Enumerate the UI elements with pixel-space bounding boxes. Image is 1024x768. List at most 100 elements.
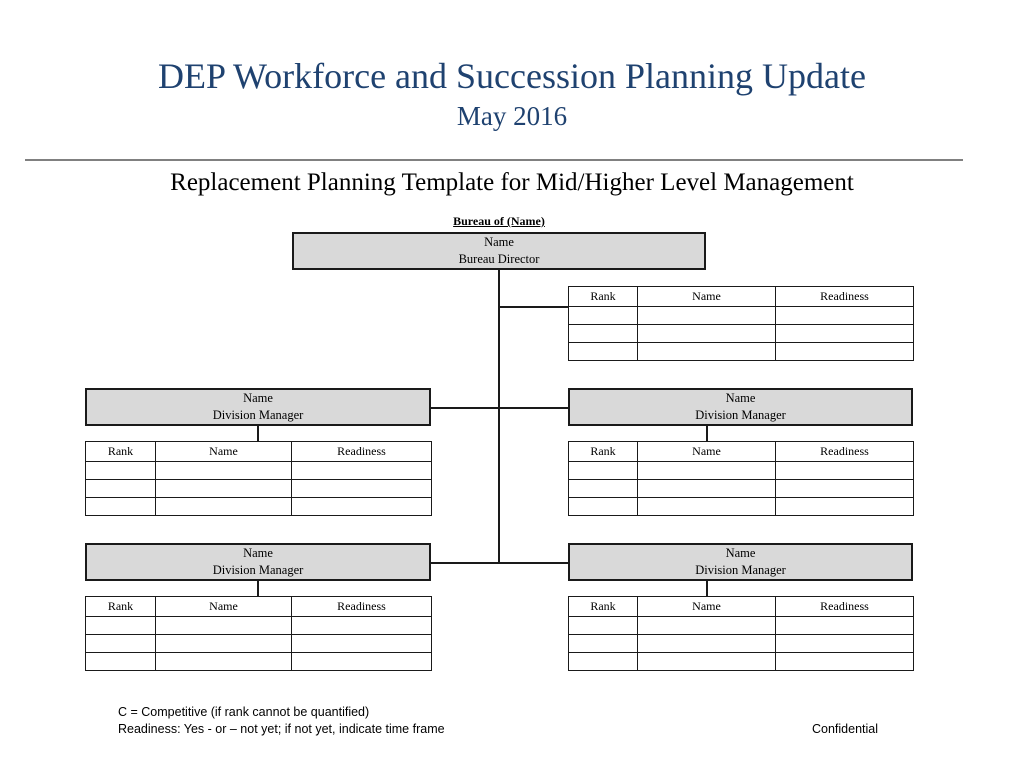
cell-readiness[interactable] — [291, 497, 432, 516]
cell-rank[interactable] — [85, 461, 156, 480]
header-divider — [25, 159, 963, 161]
cell-readiness[interactable] — [291, 634, 432, 653]
cell-rank[interactable] — [85, 479, 156, 498]
cell-name[interactable] — [155, 497, 292, 516]
cell-rank[interactable] — [568, 461, 638, 480]
table-row[interactable] — [568, 652, 914, 671]
connector-division-4-to-table — [706, 581, 708, 596]
cell-rank[interactable] — [568, 306, 638, 325]
cell-name[interactable] — [155, 634, 292, 653]
table-header-row: Rank Name Readiness — [568, 286, 914, 307]
footer-legend-line-1: C = Competitive (if rank cannot be quant… — [118, 705, 370, 719]
cell-readiness[interactable] — [291, 616, 432, 635]
column-header-rank: Rank — [85, 441, 156, 462]
column-header-name: Name — [155, 441, 292, 462]
division-3-role: Division Manager — [212, 563, 304, 577]
cell-name[interactable] — [637, 479, 776, 498]
division-2-successors-table: Rank Name Readiness — [568, 441, 914, 516]
table-row[interactable] — [568, 342, 914, 361]
column-header-name: Name — [155, 596, 292, 617]
cell-name[interactable] — [637, 324, 776, 343]
cell-readiness[interactable] — [775, 324, 914, 343]
cell-rank[interactable] — [568, 342, 638, 361]
bureau-director-role: Bureau Director — [458, 252, 540, 266]
column-header-readiness: Readiness — [291, 441, 432, 462]
cell-readiness[interactable] — [775, 497, 914, 516]
table-row[interactable] — [85, 652, 432, 671]
cell-name[interactable] — [155, 479, 292, 498]
cell-rank[interactable] — [568, 479, 638, 498]
table-row[interactable] — [85, 497, 432, 516]
cell-readiness[interactable] — [775, 652, 914, 671]
division-2-role: Division Manager — [695, 408, 786, 422]
cell-name[interactable] — [637, 616, 776, 635]
confidential-marking: Confidential — [812, 722, 879, 736]
cell-readiness[interactable] — [291, 479, 432, 498]
cell-rank[interactable] — [85, 652, 156, 671]
cell-name[interactable] — [637, 652, 776, 671]
connector-division-3-to-table — [257, 581, 259, 596]
division-manager-box-4: Name Division Manager — [568, 543, 913, 581]
column-header-name: Name — [637, 441, 776, 462]
table-row[interactable] — [568, 479, 914, 498]
connector-to-root-table — [498, 306, 569, 308]
column-header-rank: Rank — [85, 596, 156, 617]
division-2-name: Name — [725, 391, 756, 405]
cell-readiness[interactable] — [775, 634, 914, 653]
connector-to-division-4 — [498, 562, 569, 564]
cell-rank[interactable] — [568, 497, 638, 516]
cell-readiness[interactable] — [775, 306, 914, 325]
division-1-name: Name — [243, 391, 273, 405]
footer-legend-line-2: Readiness: Yes - or – not yet; if not ye… — [118, 722, 445, 736]
cell-readiness[interactable] — [775, 479, 914, 498]
table-row[interactable] — [568, 497, 914, 516]
cell-name[interactable] — [637, 461, 776, 480]
cell-rank[interactable] — [85, 634, 156, 653]
cell-readiness[interactable] — [775, 342, 914, 361]
table-row[interactable] — [568, 306, 914, 325]
connector-division-2-to-table — [706, 426, 708, 441]
bureau-director-box: Name Bureau Director — [292, 232, 706, 270]
table-row[interactable] — [568, 461, 914, 480]
division-manager-box-2: Name Division Manager — [568, 388, 913, 426]
cell-readiness[interactable] — [775, 616, 914, 635]
cell-rank[interactable] — [85, 616, 156, 635]
cell-name[interactable] — [155, 616, 292, 635]
cell-name[interactable] — [155, 652, 292, 671]
table-row[interactable] — [85, 616, 432, 635]
table-header-row: Rank Name Readiness — [85, 596, 432, 617]
cell-readiness[interactable] — [291, 652, 432, 671]
footer-legend: C = Competitive (if rank cannot be quant… — [118, 704, 445, 738]
connector-division-1-to-table — [257, 426, 259, 441]
cell-readiness[interactable] — [775, 461, 914, 480]
cell-name[interactable] — [637, 306, 776, 325]
section-title: Replacement Planning Template for Mid/Hi… — [170, 169, 854, 196]
cell-name[interactable] — [637, 497, 776, 516]
column-header-rank: Rank — [568, 596, 638, 617]
cell-name[interactable] — [637, 342, 776, 361]
cell-name[interactable] — [155, 461, 292, 480]
table-row[interactable] — [85, 479, 432, 498]
bureau-director-name: Name — [484, 235, 514, 249]
cell-rank[interactable] — [568, 616, 638, 635]
table-row[interactable] — [568, 324, 914, 343]
division-4-name: Name — [725, 546, 756, 560]
table-header-row: Rank Name Readiness — [85, 441, 432, 462]
table-row[interactable] — [85, 461, 432, 480]
cell-name[interactable] — [637, 634, 776, 653]
cell-rank[interactable] — [568, 652, 638, 671]
cell-rank[interactable] — [568, 634, 638, 653]
table-row[interactable] — [568, 616, 914, 635]
table-row[interactable] — [85, 634, 432, 653]
connector-to-division-1 — [430, 407, 500, 409]
division-1-role: Division Manager — [212, 408, 304, 422]
trunk-connector-vertical — [498, 270, 500, 564]
column-header-rank: Rank — [568, 441, 638, 462]
table-row[interactable] — [568, 634, 914, 653]
cell-rank[interactable] — [568, 324, 638, 343]
cell-rank[interactable] — [85, 497, 156, 516]
division-3-successors-table: Rank Name Readiness — [85, 596, 432, 671]
cell-readiness[interactable] — [291, 461, 432, 480]
column-header-readiness: Readiness — [291, 596, 432, 617]
division-3-name: Name — [243, 546, 273, 560]
